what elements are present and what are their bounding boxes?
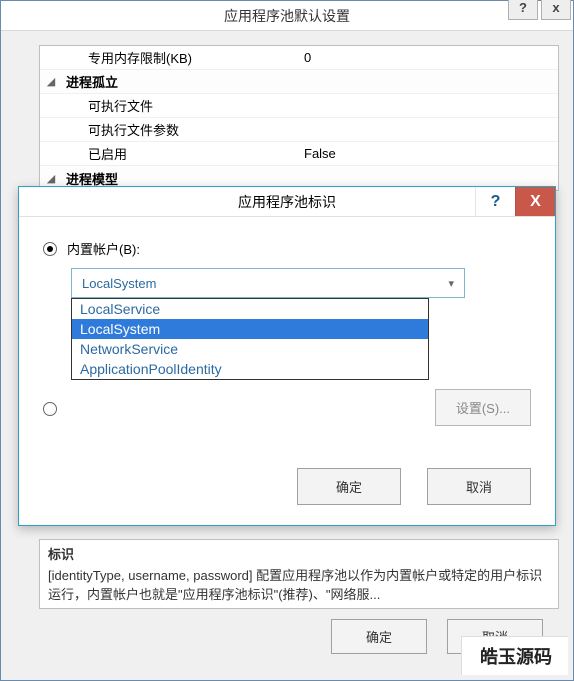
collapse-icon[interactable]: ◢: [40, 172, 62, 185]
back-title-bar: 应用程序池默认设置 ? x: [1, 1, 573, 31]
front-cancel-button[interactable]: 取消: [427, 468, 531, 505]
grid-row[interactable]: 专用内存限制(KB) 0: [40, 46, 558, 70]
description-text: [identityType, username, password] 配置应用程…: [48, 565, 550, 603]
prop-value[interactable]: False: [298, 146, 558, 161]
builtin-account-label: 内置帐户(B):: [67, 239, 140, 258]
prop-name: 专用内存限制(KB): [84, 48, 298, 67]
prop-name: 已启用: [84, 144, 298, 163]
combo-selected-value: LocalSystem: [82, 276, 156, 291]
dropdown-option-networkservice[interactable]: NetworkService: [72, 339, 428, 359]
prop-name: 可执行文件参数: [84, 120, 298, 139]
description-title: 标识: [48, 544, 550, 563]
grid-category[interactable]: ◢ 进程孤立: [40, 70, 558, 94]
front-title-bar: 应用程序池标识 ? X: [19, 187, 555, 217]
prop-name: 可执行文件: [84, 96, 298, 115]
description-panel: 标识 [identityType, username, password] 配置…: [39, 539, 559, 609]
builtin-account-radio[interactable]: [43, 242, 57, 256]
back-ok-button[interactable]: 确定: [331, 619, 427, 654]
front-ok-button[interactable]: 确定: [297, 468, 401, 505]
watermark-text: 皓玉源码: [461, 636, 568, 675]
chevron-down-icon: ▾: [448, 277, 454, 290]
back-close-button[interactable]: x: [541, 0, 571, 20]
front-help-button[interactable]: ?: [475, 187, 515, 216]
dropdown-option-localservice[interactable]: LocalService: [72, 299, 428, 319]
dropdown-option-applicationpoolidentity[interactable]: ApplicationPoolIdentity: [72, 359, 428, 379]
back-title-text: 应用程序池默认设置: [224, 6, 350, 26]
account-combobox[interactable]: LocalSystem ▾: [71, 268, 465, 298]
prop-value[interactable]: 0: [298, 50, 558, 65]
settings-button[interactable]: 设置(S)...: [435, 389, 531, 426]
grid-row[interactable]: 可执行文件参数: [40, 118, 558, 142]
custom-account-radio[interactable]: [43, 402, 57, 416]
grid-row[interactable]: 可执行文件: [40, 94, 558, 118]
dropdown-option-localsystem[interactable]: LocalSystem: [72, 319, 428, 339]
back-help-button[interactable]: ?: [508, 0, 538, 20]
category-name: 进程孤立: [62, 72, 298, 91]
grid-row[interactable]: 已启用 False: [40, 142, 558, 166]
properties-grid: 专用内存限制(KB) 0 ◢ 进程孤立 可执行文件 可执行文件参数 已启用 Fa…: [39, 45, 559, 191]
collapse-icon[interactable]: ◢: [40, 75, 62, 88]
account-dropdown-list: LocalService LocalSystem NetworkService …: [71, 298, 429, 380]
category-name: 进程模型: [62, 169, 298, 188]
front-close-button[interactable]: X: [515, 187, 555, 216]
app-pool-identity-dialog: 应用程序池标识 ? X 内置帐户(B): LocalSystem ▾ Local…: [18, 186, 556, 526]
front-title-text: 应用程序池标识: [238, 192, 336, 212]
